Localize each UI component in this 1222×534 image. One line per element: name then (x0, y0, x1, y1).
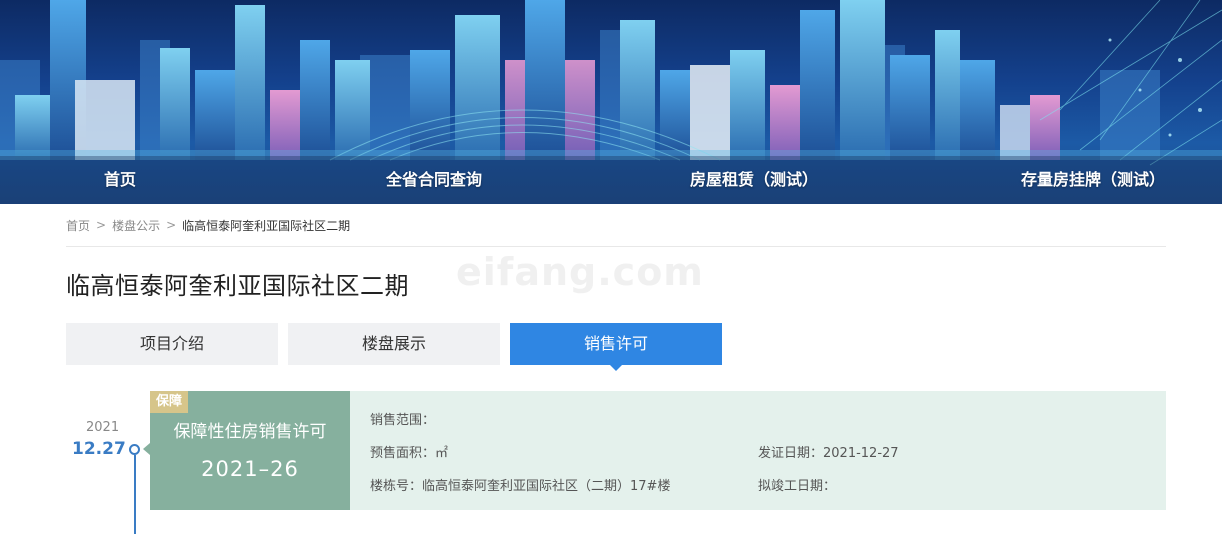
timeline-line (134, 455, 136, 534)
breadcrumb-current: 临高恒泰阿奎利亚国际社区二期 (182, 218, 351, 233)
nav-stock-listing[interactable]: 存量房挂牌（测试） (1021, 156, 1165, 204)
tab-sales-permit[interactable]: 销售许可 (510, 323, 722, 371)
permit-card-details: 销售范围： 预售面积：㎡ 发证日期：2021-12-27 楼栋号：临高恒泰阿奎利… (350, 391, 1166, 510)
field-value: ㎡ (435, 446, 449, 461)
field-label: 发证日期： (758, 446, 824, 461)
main-nav: 首页 全省合同查询 房屋租赁（测试） 存量房挂牌（测试） (0, 156, 1222, 204)
timeline-year: 2021 (86, 420, 120, 435)
field-sale-scope: 销售范围： (370, 409, 435, 428)
nav-house-rental[interactable]: 房屋租赁（测试） (690, 156, 818, 204)
nav-home[interactable]: 首页 (104, 156, 136, 204)
field-label: 拟竣工日期： (758, 479, 837, 494)
field-value: 临高恒泰阿奎利亚国际社区（二期）17#楼 (422, 479, 671, 494)
breadcrumb: 首页 > 楼盘公示 > 临高恒泰阿奎利亚国际社区二期 (66, 216, 350, 234)
permit-badge: 保障 (150, 391, 189, 413)
field-label: 预售面积： (370, 446, 436, 461)
breadcrumb-projects[interactable]: 楼盘公示 (112, 217, 160, 234)
nav-contract-query[interactable]: 全省合同查询 (386, 156, 482, 204)
field-completion-date: 拟竣工日期： (758, 475, 836, 494)
permit-type: 保障性住房销售许可 (173, 422, 327, 442)
permit-number: 2021–26 (201, 457, 299, 481)
breadcrumb-separator: > (166, 218, 177, 232)
watermark: eifang.com (456, 250, 704, 294)
timeline-dot (129, 444, 140, 455)
timeline-pointer (143, 443, 150, 455)
field-issue-date: 发证日期：2021-12-27 (758, 442, 899, 461)
breadcrumb-separator: > (96, 218, 107, 232)
page-title: 临高恒泰阿奎利亚国际社区二期 (66, 272, 409, 300)
breadcrumb-divider (66, 246, 1166, 247)
timeline-date: 12.27 (72, 439, 126, 459)
field-building: 楼栋号：临高恒泰阿奎利亚国际社区（二期）17#楼 (370, 475, 670, 494)
tab-building-display[interactable]: 楼盘展示 (288, 323, 500, 365)
permit-card-summary[interactable]: 保障 保障性住房销售许可 2021–26 (150, 391, 350, 510)
field-label: 销售范围： (370, 413, 436, 428)
field-label: 楼栋号： (370, 479, 423, 494)
field-value: 2021-12-27 (823, 446, 899, 461)
tab-project-intro[interactable]: 项目介绍 (66, 323, 278, 365)
breadcrumb-home[interactable]: 首页 (66, 217, 90, 234)
field-presale-area: 预售面积：㎡ (370, 442, 448, 461)
header-banner: 首页 全省合同查询 房屋租赁（测试） 存量房挂牌（测试） (0, 0, 1222, 204)
